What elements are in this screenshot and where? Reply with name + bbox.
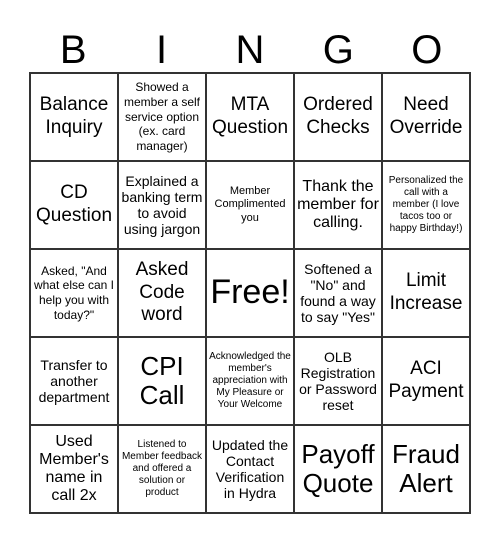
bingo-cell-r2c3[interactable]: Member Complimented you: [206, 161, 294, 249]
header-letter-n: N: [235, 28, 265, 72]
bingo-cell-r5c1[interactable]: Used Member's name in call 2x: [30, 425, 118, 513]
bingo-cell-r4c1[interactable]: Transfer to another department: [30, 337, 118, 425]
bingo-cell-r4c3[interactable]: Acknowledged the member's appreciation w…: [206, 337, 294, 425]
bingo-cell-r5c3[interactable]: Updated the Contact Verification in Hydr…: [206, 425, 294, 513]
bingo-cell-r4c4[interactable]: OLB Registration or Password reset: [294, 337, 382, 425]
header-letter-i: I: [156, 28, 168, 72]
bingo-cell-r2c4[interactable]: Thank the member for calling.: [294, 161, 382, 249]
bingo-cell-r2c2[interactable]: Explained a banking term to avoid using …: [118, 161, 206, 249]
bingo-cell-r3c5[interactable]: Limit Increase: [382, 249, 470, 337]
bingo-cell-r4c2[interactable]: CPI Call: [118, 337, 206, 425]
bingo-cell-r1c2[interactable]: Showed a member a self service option (e…: [118, 73, 206, 161]
bingo-cell-r3c4[interactable]: Softened a "No" and found a way to say "…: [294, 249, 382, 337]
bingo-cell-r2c1[interactable]: CD Question: [30, 161, 118, 249]
bingo-cell-r1c4[interactable]: Ordered Checks: [294, 73, 382, 161]
bingo-cell-r2c5[interactable]: Personalized the call with a member (I l…: [382, 161, 470, 249]
free-space[interactable]: Free!: [206, 249, 294, 337]
bingo-cell-r3c1[interactable]: Asked, "And what else can I help you wit…: [30, 249, 118, 337]
bingo-grid: Balance Inquiry Showed a member a self s…: [29, 72, 471, 514]
bingo-cell-r3c2[interactable]: Asked Code word: [118, 249, 206, 337]
bingo-cell-r5c4[interactable]: Payoff Quote: [294, 425, 382, 513]
header-letter-b: B: [59, 28, 87, 72]
bingo-cell-r1c3[interactable]: MTA Question: [206, 73, 294, 161]
bingo-cell-r4c5[interactable]: ACI Payment: [382, 337, 470, 425]
bingo-header: B I N G O: [29, 28, 471, 72]
bingo-cell-r1c5[interactable]: Need Override: [382, 73, 470, 161]
bingo-cell-r5c2[interactable]: Listened to Member feedback and offered …: [118, 425, 206, 513]
bingo-cell-r5c5[interactable]: Fraud Alert: [382, 425, 470, 513]
header-letter-g: G: [322, 28, 354, 72]
header-letter-o: O: [411, 28, 443, 72]
bingo-cell-r1c1[interactable]: Balance Inquiry: [30, 73, 118, 161]
